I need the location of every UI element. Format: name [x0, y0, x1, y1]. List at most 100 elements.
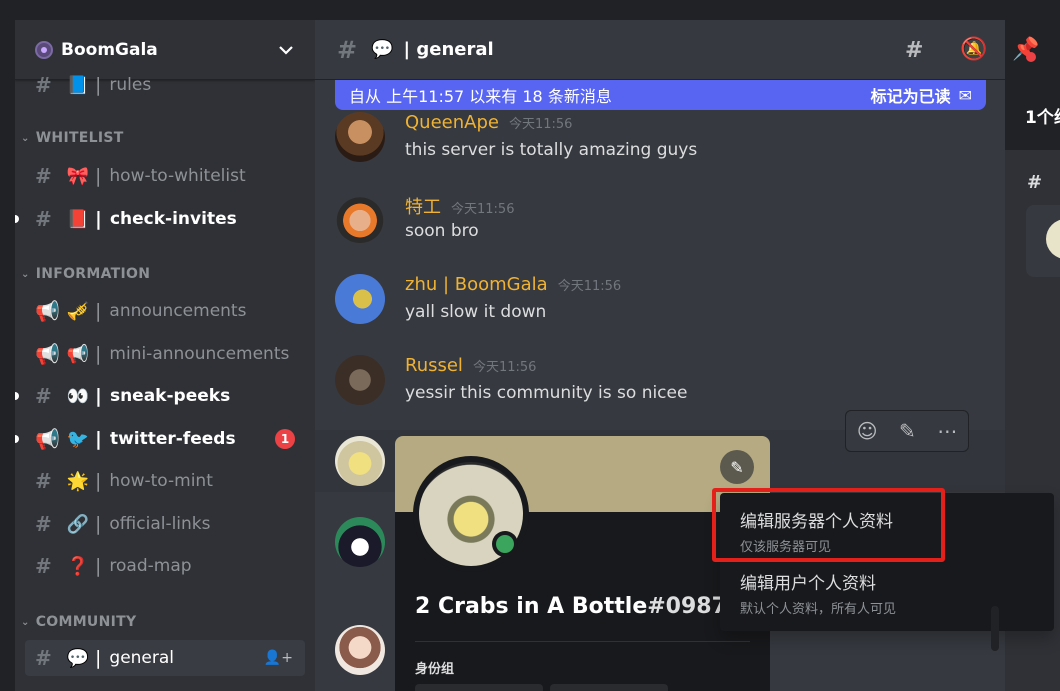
channel-header: # 💬 | general — [315, 20, 1005, 80]
profile-popout: ✎ 2 Crabs in A Bottle#0987 身份组 — [395, 436, 770, 691]
channel-separator: | — [95, 555, 102, 577]
username[interactable]: QueenApe — [405, 112, 499, 133]
channel-separator: | — [95, 513, 102, 535]
mark-as-read-button[interactable]: 标记为已读 — [871, 83, 951, 107]
channel-name: rules — [109, 75, 152, 95]
category-label: WHITELIST — [35, 130, 124, 146]
mute-bell-icon[interactable]: 🔕 — [960, 37, 987, 62]
menu-item-title: 编辑用户个人资料 — [740, 574, 876, 594]
role-chip — [550, 684, 668, 691]
channel-name: how-to-mint — [109, 471, 213, 491]
chevron-down-icon: ⌄ — [21, 616, 30, 628]
chevron-down-icon: ⌄ — [21, 132, 30, 144]
channel-how-to-whitelist[interactable]: # 🎀 | how-to-whitelist — [25, 158, 305, 194]
channel-separator: | — [95, 74, 102, 96]
category-information[interactable]: ⌄ INFORMATION — [21, 266, 150, 282]
unread-indicator — [15, 215, 19, 223]
category-label: INFORMATION — [35, 266, 151, 282]
message-actions-toolbar: ☺ ✎ ⋯ — [845, 410, 969, 452]
unread-indicator — [15, 392, 19, 400]
channel-name: check-invites — [109, 209, 237, 229]
message-text: this server is totally amazing guys — [405, 140, 698, 160]
trumpet-emoji-icon: 🎺 — [66, 300, 90, 322]
profile-name: 2 Crabs in A Bottle#0987 — [415, 594, 727, 619]
channel-separator: | — [95, 208, 102, 230]
roles-section-label: 身份组 — [415, 662, 455, 677]
star-emoji-icon: 🌟 — [66, 470, 90, 492]
channel-mini-announcements[interactable]: 📢 📢 | mini-announcements — [25, 336, 305, 372]
hash-icon: # — [1027, 172, 1043, 193]
new-messages-text: 自从 上午11:57 以来有 18 条新消息 — [349, 87, 612, 106]
edit-icon[interactable]: ✎ — [899, 419, 916, 443]
timestamp: 今天11:56 — [508, 117, 573, 132]
threads-icon[interactable]: # — [905, 38, 923, 63]
channel-sneak-peeks[interactable]: # 👀 | sneak-peeks — [15, 378, 305, 414]
add-reaction-icon[interactable]: ☺ — [857, 419, 878, 443]
channel-official-links[interactable]: # 🔗 | official-links — [25, 506, 305, 542]
avatar[interactable] — [335, 274, 385, 324]
channel-announcements[interactable]: 📢 🎺 | announcements — [25, 293, 305, 329]
server-logo-icon — [35, 40, 53, 59]
thread-card[interactable] — [1026, 205, 1060, 277]
book-emoji-icon: 📕 — [66, 208, 90, 230]
category-whitelist[interactable]: ⌄ WHITELIST — [21, 130, 124, 146]
avatar — [1046, 219, 1060, 259]
channel-separator: | — [95, 647, 102, 669]
loudspeaker-emoji-icon: 📢 — [66, 343, 90, 365]
message-text: soon bro — [405, 221, 479, 241]
edit-user-profile-item[interactable]: 编辑用户个人资料 默认个人资料，所有人可见 — [740, 569, 896, 617]
message-text: yall slow it down — [405, 302, 547, 322]
channel-separator: | — [95, 385, 102, 407]
hash-icon: # — [35, 164, 52, 188]
channel-separator: | — [95, 343, 102, 365]
avatar[interactable] — [335, 355, 385, 405]
channel-name: how-to-whitelist — [109, 166, 246, 186]
mention-badge: 1 — [275, 429, 295, 449]
channel-general[interactable]: # 💬 | general 👤+ — [25, 640, 305, 676]
scrollbar-thumb[interactable] — [991, 606, 999, 651]
divider — [415, 641, 750, 642]
link-emoji-icon: 🔗 — [66, 513, 90, 535]
chevron-down-icon[interactable] — [277, 41, 295, 59]
channel-check-invites[interactable]: # 📕 | check-invites — [15, 201, 305, 237]
timestamp: 今天11:56 — [451, 202, 515, 217]
category-community[interactable]: ⌄ COMMUNITY — [21, 614, 136, 630]
profile-discriminator: #0987 — [647, 594, 727, 619]
speech-bubble-emoji-icon: 💬 — [371, 39, 394, 60]
channel-how-to-mint[interactable]: # 🌟 | how-to-mint — [25, 463, 305, 499]
channel-name: sneak-peeks — [109, 386, 231, 406]
question-emoji-icon: ❓ — [66, 555, 90, 577]
channel-twitter-feeds[interactable]: 📢 🐦 | twitter-feeds 1 — [15, 421, 305, 457]
megaphone-icon: 📢 — [35, 427, 60, 451]
pin-notification-dot — [1026, 52, 1036, 62]
channel-rules[interactable]: # 📘 | rules — [25, 67, 305, 103]
channel-separator: | — [95, 300, 102, 322]
hash-icon: # — [35, 384, 52, 408]
server-name: BoomGala — [61, 39, 158, 60]
avatar[interactable] — [335, 193, 385, 243]
category-label: COMMUNITY — [35, 614, 137, 630]
message-text: yessir this community is so nicee — [405, 383, 688, 403]
red-highlight-box — [712, 488, 945, 562]
edit-profile-button[interactable]: ✎ — [720, 450, 754, 484]
hash-icon: # — [35, 73, 52, 97]
avatar[interactable] — [335, 625, 385, 675]
avatar[interactable] — [335, 517, 385, 567]
add-member-icon[interactable]: 👤+ — [264, 650, 293, 666]
more-icon[interactable]: ⋯ — [937, 419, 957, 443]
channel-road-map[interactable]: # ❓ | road-map — [25, 548, 305, 584]
channel-name: twitter-feeds — [109, 429, 236, 449]
channel-name: general — [109, 648, 175, 668]
username[interactable]: Russel — [405, 355, 463, 376]
avatar[interactable] — [335, 112, 385, 162]
new-messages-bar[interactable]: 自从 上午11:57 以来有 18 条新消息 标记为已读 ✉ — [335, 80, 986, 110]
channel-name: announcements — [109, 301, 247, 321]
username[interactable]: zhu | BoomGala — [405, 274, 548, 295]
channel-separator: | — [95, 470, 102, 492]
channel-name: official-links — [109, 514, 211, 534]
channel-title: | general — [403, 39, 494, 60]
avatar[interactable] — [335, 436, 385, 486]
username[interactable]: 特工 — [405, 193, 441, 219]
timestamp: 今天11:56 — [557, 279, 622, 294]
channel-name: road-map — [109, 556, 192, 576]
